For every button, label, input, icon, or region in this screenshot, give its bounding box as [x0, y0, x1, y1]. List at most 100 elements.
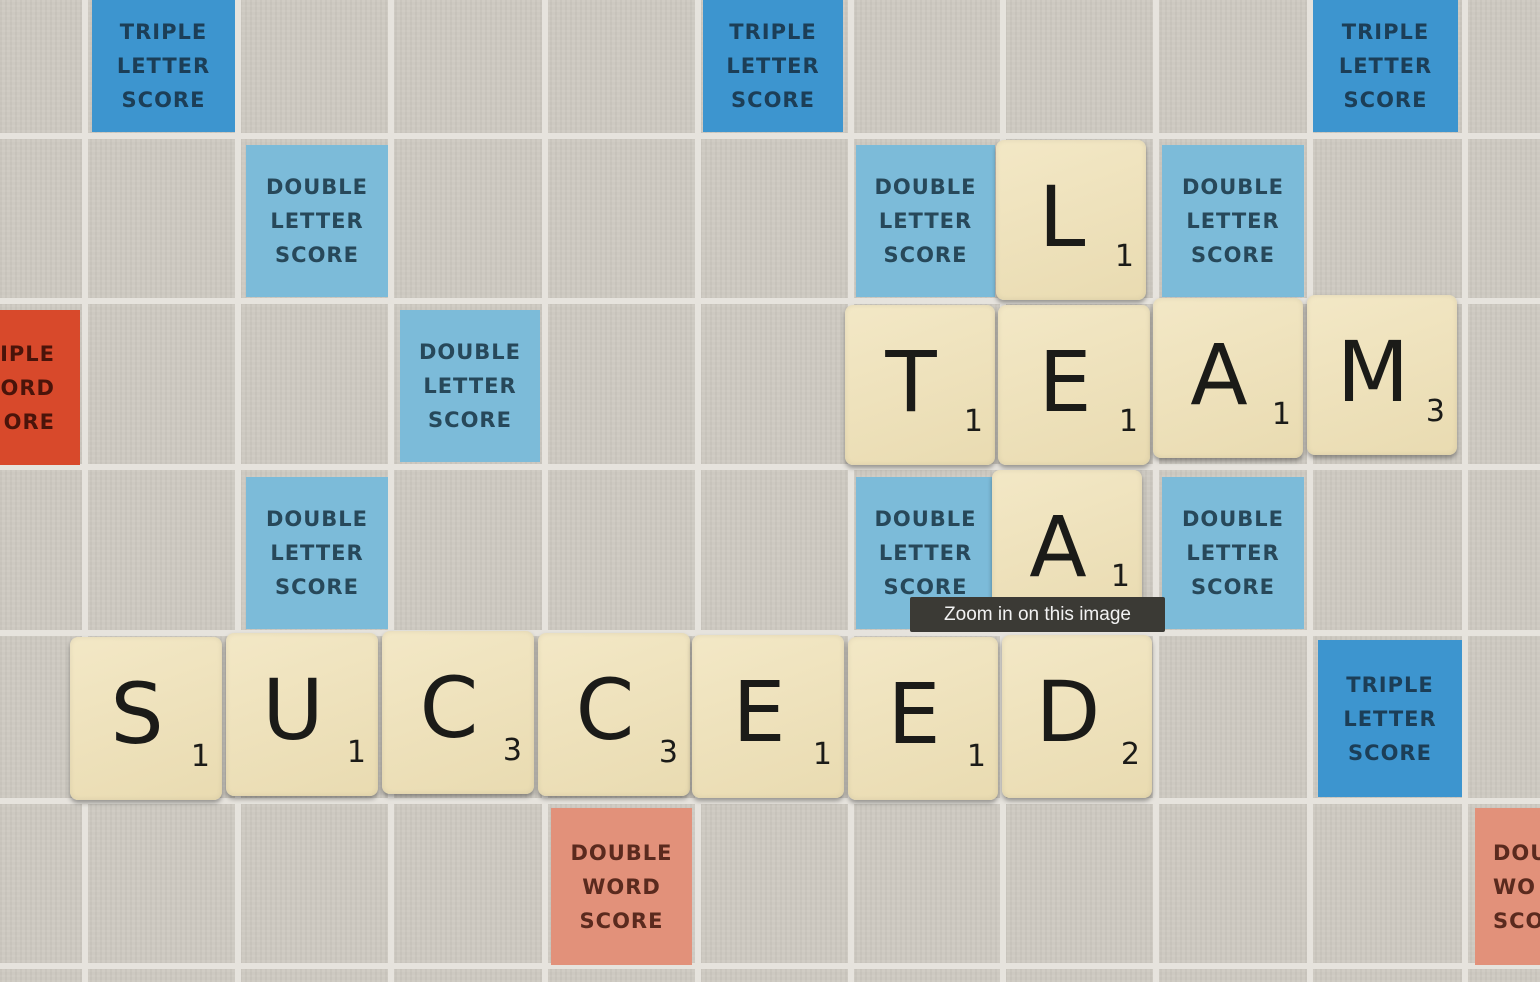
tile-letter: C [575, 661, 635, 759]
square-label: SCORE [883, 243, 968, 267]
double-word-square: DOU WO SCO [1475, 808, 1540, 965]
double-letter-square: DOUBLE LETTER SCORE [856, 145, 995, 297]
square-label: IPLE [0, 341, 55, 366]
triple-letter-square: TRIPLE LETTER SCORE [92, 0, 235, 132]
square-label: LETTER [1343, 706, 1437, 731]
letter-tile: M3 [1307, 295, 1457, 455]
letter-tile: A1 [1153, 298, 1303, 458]
grid-line [848, 0, 854, 982]
tile-letter: D [1035, 663, 1101, 761]
tile-value: 1 [966, 739, 986, 774]
square-label: DOU [1493, 840, 1540, 865]
square-label: LETTER [270, 209, 364, 233]
square-label: LETTER [270, 541, 364, 565]
square-label: WO [1493, 874, 1537, 899]
letter-tile: C3 [538, 633, 690, 796]
grid-line [542, 0, 548, 982]
tile-letter: L [1038, 168, 1086, 266]
letter-tile: E1 [692, 635, 844, 798]
double-letter-square: DOUBLE LETTER SCORE [246, 145, 388, 297]
tile-value: 1 [1118, 404, 1138, 439]
grid-line [1462, 0, 1468, 982]
square-label: DOUBLE [1181, 175, 1285, 199]
tile-letter: M [1336, 323, 1410, 421]
square-label: SCORE [121, 88, 206, 112]
letter-tile: U1 [226, 633, 378, 796]
letter-tile: E1 [848, 637, 998, 800]
tile-value: 2 [1120, 737, 1140, 772]
double-letter-square: DOUBLE LETTER SCORE [1162, 145, 1304, 297]
triple-letter-square: TRIPLE LETTER SCORE [1313, 0, 1458, 132]
square-label: TRIPLE [1341, 20, 1430, 44]
tile-value: 1 [1271, 397, 1291, 432]
square-label: LETTER [116, 54, 211, 78]
tile-letter: E [887, 665, 941, 763]
square-label: LETTER [726, 54, 820, 78]
square-label: LETTER [1186, 541, 1280, 565]
letter-tile: D2 [1002, 635, 1152, 798]
tile-value: 1 [1114, 239, 1134, 274]
grid-line [695, 0, 701, 982]
square-label: ORE [3, 409, 55, 434]
grid-line [1307, 0, 1313, 982]
grid-line [0, 963, 1540, 969]
square-label: SCORE [731, 88, 815, 112]
double-letter-square: DOUBLE LETTER SCORE [400, 310, 540, 462]
tile-letter: U [262, 661, 324, 759]
tile-value: 3 [658, 735, 678, 770]
square-label: DOUBLE [265, 507, 369, 531]
square-label: LETTER [423, 374, 517, 398]
tile-value: 3 [502, 733, 522, 768]
square-label: TRIPLE [119, 20, 208, 44]
square-label: SCORE [1348, 740, 1432, 765]
square-label: DOUBLE [418, 340, 522, 364]
grid-line [1153, 0, 1159, 982]
square-label: SCORE [428, 408, 512, 432]
grid-line [235, 0, 241, 982]
letter-tile: L1 [996, 140, 1146, 300]
square-label: SCORE [1343, 88, 1428, 112]
square-label: DOUBLE [874, 507, 977, 531]
tile-letter: E [1038, 333, 1092, 431]
square-label: SCORE [1191, 243, 1275, 267]
tile-letter: E [732, 663, 786, 761]
letter-tile: T1 [845, 305, 995, 465]
tile-letter: S [110, 665, 164, 763]
grid-line [82, 0, 88, 982]
square-label: DOUBLE [874, 175, 977, 199]
square-label: DOUBLE [265, 175, 369, 199]
tile-value: 3 [1425, 394, 1445, 429]
square-label: SCORE [275, 243, 359, 267]
grid-line [0, 798, 1540, 804]
double-letter-square: DOUBLE LETTER SCORE [1162, 477, 1304, 629]
triple-word-square: IPLE ORD ORE [0, 310, 80, 465]
triple-letter-square: TRIPLE LETTER SCORE [1318, 640, 1462, 797]
square-label: LETTER [1338, 54, 1433, 78]
square-label: DOUBLE [1181, 507, 1285, 531]
letter-tile: E1 [998, 305, 1150, 465]
scrabble-board-photo[interactable]: TRIPLE LETTER SCORE TRIPLE LETTER SCORE TRIPLE… [0, 0, 1540, 982]
grid-line [0, 133, 1540, 139]
double-word-square: DOUBLE WORD SCORE [551, 808, 692, 965]
tile-letter: A [1029, 498, 1087, 596]
tile-value: 1 [812, 737, 832, 772]
square-label: SCO [1493, 908, 1540, 933]
zoom-tooltip: Zoom in on this image [910, 597, 1165, 632]
square-label: TRIPLE [1346, 672, 1434, 697]
square-label: LETTER [878, 541, 973, 565]
tile-value: 1 [346, 735, 366, 770]
tile-value: 1 [1110, 559, 1130, 594]
square-label: SCORE [1191, 575, 1275, 599]
square-label: TRIPLE [729, 20, 817, 44]
square-label: SCORE [579, 908, 664, 933]
square-label: LETTER [1186, 209, 1280, 233]
triple-letter-square: TRIPLE LETTER SCORE [703, 0, 843, 132]
letter-tile: C3 [382, 631, 534, 794]
tile-value: 1 [190, 739, 210, 774]
tile-letter: C [419, 659, 479, 757]
letter-tile: S1 [70, 637, 222, 800]
double-letter-square: DOUBLE LETTER SCORE [246, 477, 388, 629]
tile-value: 1 [963, 404, 983, 439]
tile-letter: A [1190, 326, 1248, 424]
tile-letter: T [885, 333, 937, 431]
